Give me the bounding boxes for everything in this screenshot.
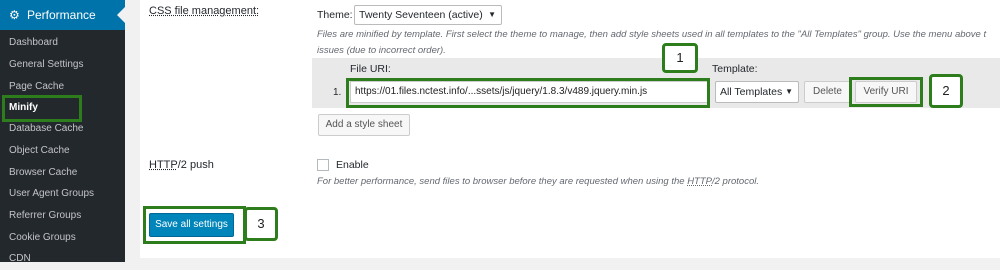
css-description-line2: issues (due to incorrect order).	[317, 45, 446, 56]
sidebar-item-dashboard[interactable]: Dashboard	[0, 32, 125, 54]
sidebar-item-cdn[interactable]: CDN	[0, 248, 125, 270]
admin-sidebar: ⚙ Performance Dashboard General Settings…	[0, 0, 125, 264]
file-uri-header: File URI:	[350, 63, 391, 75]
callout-2: 2	[929, 74, 963, 108]
sidebar-item-browser-cache[interactable]: Browser Cache	[0, 162, 125, 184]
minify-highlight	[2, 95, 82, 122]
verify-uri-highlight	[849, 77, 923, 107]
sidebar-item-referrer-groups[interactable]: Referrer Groups	[0, 205, 125, 227]
http2-enable-checkbox[interactable]	[317, 159, 329, 171]
gear-icon: ⚙	[9, 8, 20, 22]
callout-3: 3	[244, 207, 278, 241]
css-management-title: CSS file management:	[149, 5, 260, 17]
row-number: 1.	[333, 87, 342, 98]
http2-description-prefix: For better performance, send files to br…	[317, 176, 688, 187]
sidebar-header-label: Performance	[27, 8, 96, 22]
sidebar-item-object-cache[interactable]: Object Cache	[0, 140, 125, 162]
chevron-down-icon: ▼	[488, 10, 496, 19]
http2-push-suffix: /2 push	[177, 159, 214, 171]
http2-push-label: HTTP/2 push	[149, 159, 214, 171]
http2-enable-label: Enable	[336, 159, 369, 171]
theme-label: Theme:	[317, 9, 353, 21]
template-select[interactable]: All Templates ▼	[715, 81, 799, 103]
add-style-sheet-button[interactable]: Add a style sheet	[318, 114, 410, 136]
template-header: Template:	[712, 63, 758, 75]
template-select-value: All Templates	[720, 86, 783, 98]
http-abbr: HTTP	[149, 159, 178, 171]
theme-select-value: Twenty Seventeen (active)	[359, 9, 483, 21]
theme-select[interactable]: Twenty Seventeen (active) ▼	[354, 5, 502, 25]
sidebar-item-cookie-groups[interactable]: Cookie Groups	[0, 227, 125, 249]
http2-description: For better performance, send files to br…	[317, 173, 759, 190]
css-description-line1: Files are minified by template. First se…	[317, 29, 987, 40]
callout-1: 1	[662, 43, 698, 73]
sidebar-item-performance[interactable]: ⚙ Performance	[0, 0, 125, 30]
http2-description-suffix: /2 protocol.	[712, 176, 759, 187]
sidebar-item-general-settings[interactable]: General Settings	[0, 54, 125, 76]
save-highlight	[143, 206, 246, 244]
bottom-divider	[140, 258, 1000, 262]
sidebar-item-user-agent-groups[interactable]: User Agent Groups	[0, 183, 125, 205]
delete-button[interactable]: Delete	[804, 81, 851, 103]
http-abbr-desc: HTTP	[687, 176, 712, 187]
chevron-down-icon: ▼	[785, 87, 793, 96]
file-uri-highlight	[346, 78, 710, 108]
current-menu-arrow	[117, 7, 125, 23]
